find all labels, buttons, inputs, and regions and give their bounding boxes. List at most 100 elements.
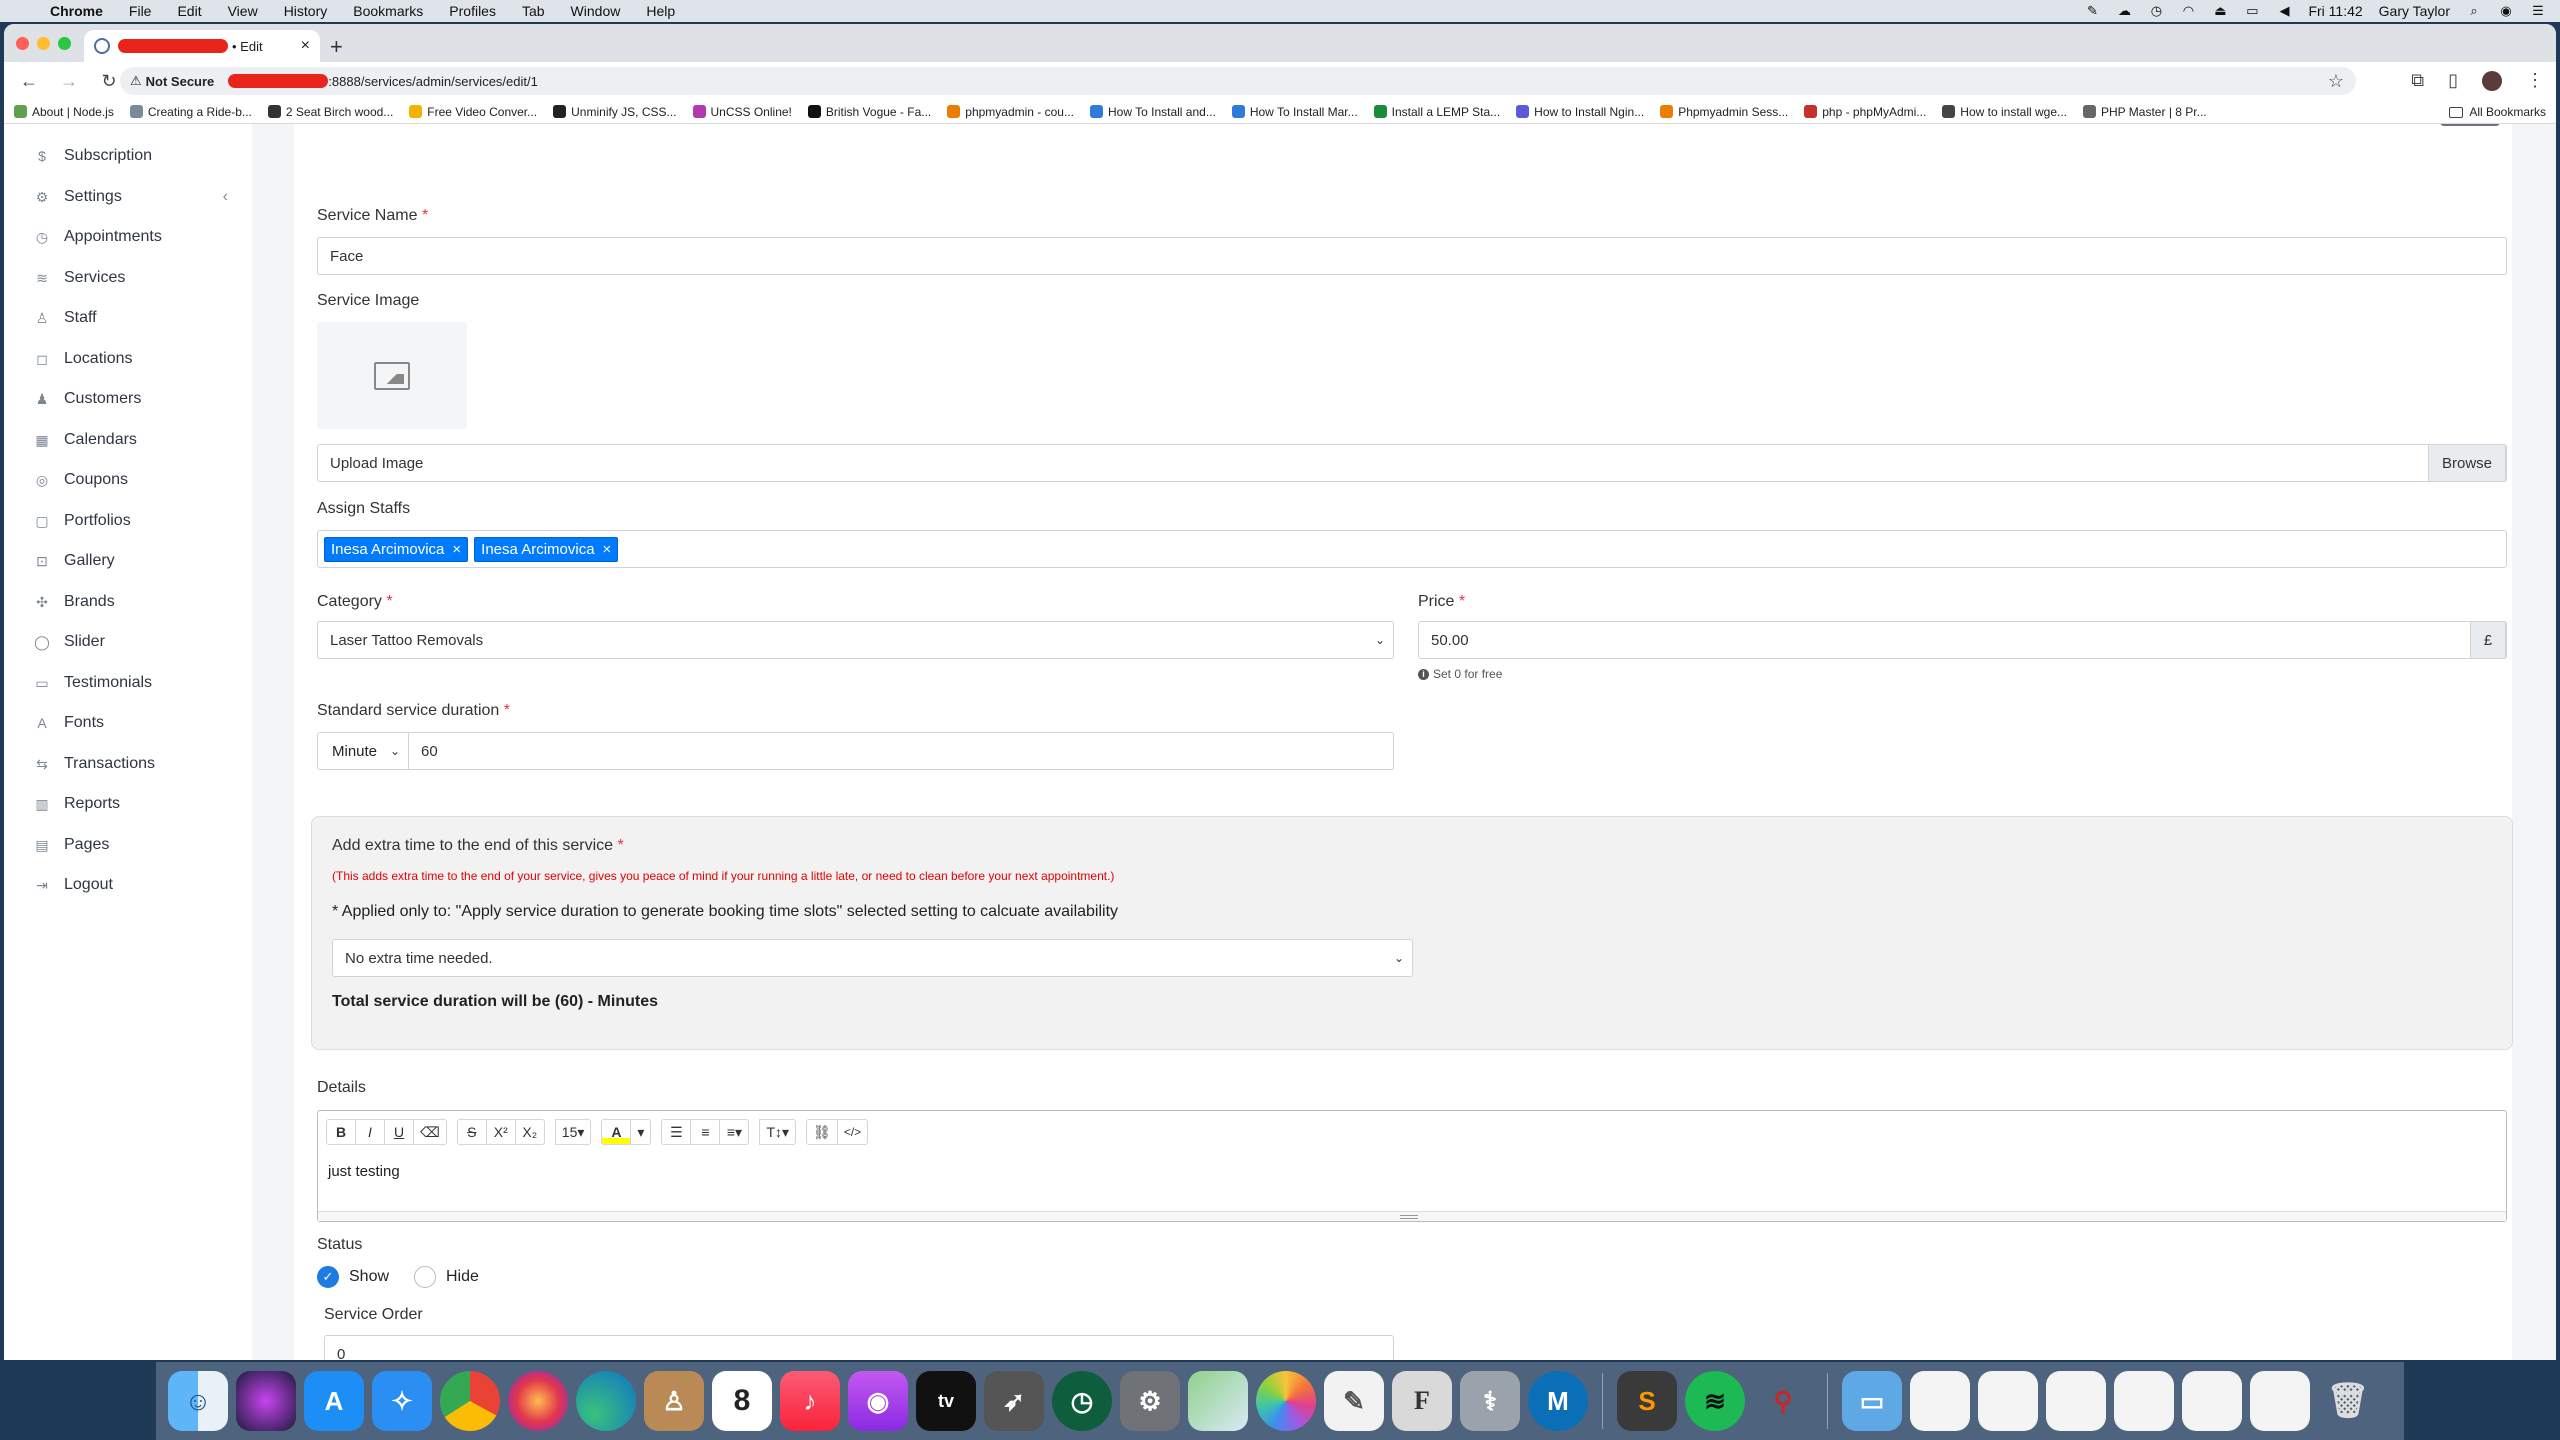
sidebar-item-portfolios[interactable]: ▢ Portfolios xyxy=(4,501,252,542)
fullscreen-window-button[interactable] xyxy=(58,37,71,50)
disk-utility-icon[interactable]: ⚕ xyxy=(1460,1371,1520,1431)
recent-document-icon[interactable] xyxy=(2046,1371,2106,1431)
line-height-dropdown[interactable]: T↕ ▾ xyxy=(759,1119,797,1145)
sidebar-item-appointments[interactable]: ◷ Appointments xyxy=(4,217,252,258)
siri-icon[interactable] xyxy=(236,1371,296,1431)
text-color-button[interactable]: A xyxy=(601,1119,632,1145)
menu-bookmarks[interactable]: Bookmarks xyxy=(353,3,423,19)
bookmark-item[interactable]: UnCSS Online! xyxy=(692,105,792,119)
spotlight-search-icon[interactable]: ⌕ xyxy=(2466,4,2482,18)
ordered-list-button[interactable]: ≡ xyxy=(690,1119,721,1145)
chevron-left-icon[interactable]: ‹ xyxy=(223,188,228,206)
sidebar-item-reports[interactable]: ▥ Reports xyxy=(4,784,252,825)
bookmark-star-icon[interactable]: ☆ xyxy=(2328,71,2344,92)
recent-document-icon[interactable] xyxy=(2114,1371,2174,1431)
status-hide-radio[interactable]: Hide xyxy=(414,1266,479,1288)
display-icon[interactable]: ▭ xyxy=(2244,4,2260,18)
recent-document-icon[interactable] xyxy=(1910,1371,1970,1431)
unordered-list-button[interactable]: ☰ xyxy=(661,1119,692,1145)
chrome-icon[interactable] xyxy=(440,1371,500,1431)
superscript-button[interactable]: X² xyxy=(485,1119,516,1145)
menu-window[interactable]: Window xyxy=(571,3,621,19)
minimize-window-button[interactable] xyxy=(37,37,50,50)
close-window-button[interactable] xyxy=(16,37,29,50)
font-book-icon[interactable]: F xyxy=(1392,1371,1452,1431)
sidebar-item-customers[interactable]: ♟ Customers xyxy=(4,379,252,420)
recent-document-icon[interactable] xyxy=(1978,1371,2038,1431)
system-preferences-icon[interactable]: ⚙ xyxy=(1120,1371,1180,1431)
profile-avatar-icon[interactable] xyxy=(2482,70,2502,91)
trash-icon[interactable]: 🗑 xyxy=(2318,1371,2378,1431)
code-view-icon[interactable]: </> xyxy=(836,1119,869,1145)
finder-icon[interactable]: ☺ xyxy=(168,1371,228,1431)
volume-icon[interactable]: ◀ xyxy=(2276,4,2292,18)
bookmark-item[interactable]: How To Install and... xyxy=(1089,105,1216,119)
forward-arrow-icon[interactable]: → xyxy=(56,71,82,92)
strikethrough-button[interactable]: S xyxy=(456,1119,487,1145)
bookmark-item[interactable]: Creating a Ride-b... xyxy=(129,105,252,119)
header-action-button[interactable] xyxy=(2440,124,2500,126)
maps-icon[interactable] xyxy=(1188,1371,1248,1431)
bookmark-item[interactable]: How to install wge... xyxy=(1942,105,2067,119)
pen-icon[interactable]: ✎ xyxy=(2084,4,2100,18)
sidebar-item-pages[interactable]: ▤ Pages xyxy=(4,825,252,866)
sidebar-item-settings[interactable]: ⚙ Settings ‹ xyxy=(4,177,252,218)
photos-icon[interactable] xyxy=(1256,1371,1316,1431)
safari-icon[interactable]: ✧ xyxy=(372,1371,432,1431)
sidebar-item-services[interactable]: ≋ Services xyxy=(4,258,252,299)
bookmark-item[interactable]: How to Install Ngin... xyxy=(1516,105,1644,119)
downloads-folder-icon[interactable]: ▭ xyxy=(1842,1371,1902,1431)
bookmark-item[interactable]: php - phpMyAdmi... xyxy=(1804,105,1926,119)
sidebar-item-locations[interactable]: ◻ Locations xyxy=(4,339,252,380)
menubar-user[interactable]: Gary Taylor xyxy=(2379,3,2450,19)
firefox-icon[interactable] xyxy=(508,1371,568,1431)
reload-icon[interactable]: ↻ xyxy=(96,71,122,92)
sidebar-item-fonts[interactable]: A Fonts xyxy=(4,703,252,744)
browse-button[interactable]: Browse xyxy=(2428,444,2506,482)
menu-app-chrome[interactable]: Chrome xyxy=(50,3,103,19)
extra-time-select[interactable]: No extra time needed. ⌄ xyxy=(332,939,1413,977)
tab-close-icon[interactable]: × xyxy=(301,37,310,55)
editor-content[interactable]: just testing xyxy=(328,1163,400,1180)
service-order-input[interactable]: 0 xyxy=(324,1335,1394,1360)
service-name-input[interactable]: Face xyxy=(317,237,2507,275)
siri-icon[interactable]: ◉ xyxy=(2498,4,2514,18)
sidebar-item-subscription[interactable]: $ Subscription xyxy=(4,136,252,177)
podcasts-icon[interactable]: ◉ xyxy=(848,1371,908,1431)
remove-tag-icon[interactable]: × xyxy=(603,541,612,558)
extensions-puzzle-icon[interactable]: ⧉ xyxy=(2411,70,2424,91)
italic-button[interactable]: I xyxy=(355,1119,385,1145)
status-show-radio[interactable]: ✓ Show xyxy=(317,1266,389,1288)
url-text[interactable]: :8888/services/admin/services/edit/1 xyxy=(328,74,538,89)
spotify-icon[interactable]: ≋ xyxy=(1685,1371,1745,1431)
menu-help[interactable]: Help xyxy=(646,3,675,19)
sidebar-item-calendars[interactable]: ▦ Calendars xyxy=(4,420,252,461)
sidebar-item-staff[interactable]: ♙ Staff xyxy=(4,298,252,339)
side-panel-icon[interactable]: ▯ xyxy=(2448,70,2458,91)
bookmark-item[interactable]: British Vogue - Fa... xyxy=(807,105,931,119)
bookmark-item[interactable]: Free Video Conver... xyxy=(409,105,537,119)
bold-button[interactable]: B xyxy=(326,1119,356,1145)
new-tab-button[interactable]: + xyxy=(330,34,343,60)
rocket-typist-icon[interactable]: ➶ xyxy=(984,1371,1044,1431)
wifi-icon[interactable]: ◠ xyxy=(2180,4,2196,18)
price-input[interactable]: 50.00 £ xyxy=(1418,621,2507,659)
control-center-icon[interactable]: ☰ xyxy=(2530,4,2546,18)
sidebar-item-testimonials[interactable]: ▭ Testimonials xyxy=(4,663,252,704)
menu-view[interactable]: View xyxy=(228,3,258,19)
link-icon[interactable]: ⛓ xyxy=(806,1119,838,1145)
instruments-icon[interactable]: ⚲ xyxy=(1753,1371,1813,1431)
bookmark-item[interactable]: How To Install Mar... xyxy=(1231,105,1358,119)
sidebar-item-brands[interactable]: ✣ Brands xyxy=(4,582,252,623)
app-store-icon[interactable]: A xyxy=(304,1371,364,1431)
edge-icon[interactable] xyxy=(576,1371,636,1431)
bookmark-item[interactable]: phpmyadmin - cou... xyxy=(947,105,1074,119)
chrome-menu-icon[interactable]: ⋮ xyxy=(2526,70,2544,91)
bookmark-item[interactable]: Unminify JS, CSS... xyxy=(553,105,677,119)
menu-history[interactable]: History xyxy=(284,3,328,19)
apple-tv-icon[interactable]: tv xyxy=(916,1371,976,1431)
all-bookmarks-button[interactable]: All Bookmarks xyxy=(2419,105,2546,119)
security-indicator[interactable]: Not Secure xyxy=(146,74,215,89)
sidebar-item-logout[interactable]: ⇥ Logout xyxy=(4,865,252,906)
menu-file[interactable]: File xyxy=(129,3,152,19)
